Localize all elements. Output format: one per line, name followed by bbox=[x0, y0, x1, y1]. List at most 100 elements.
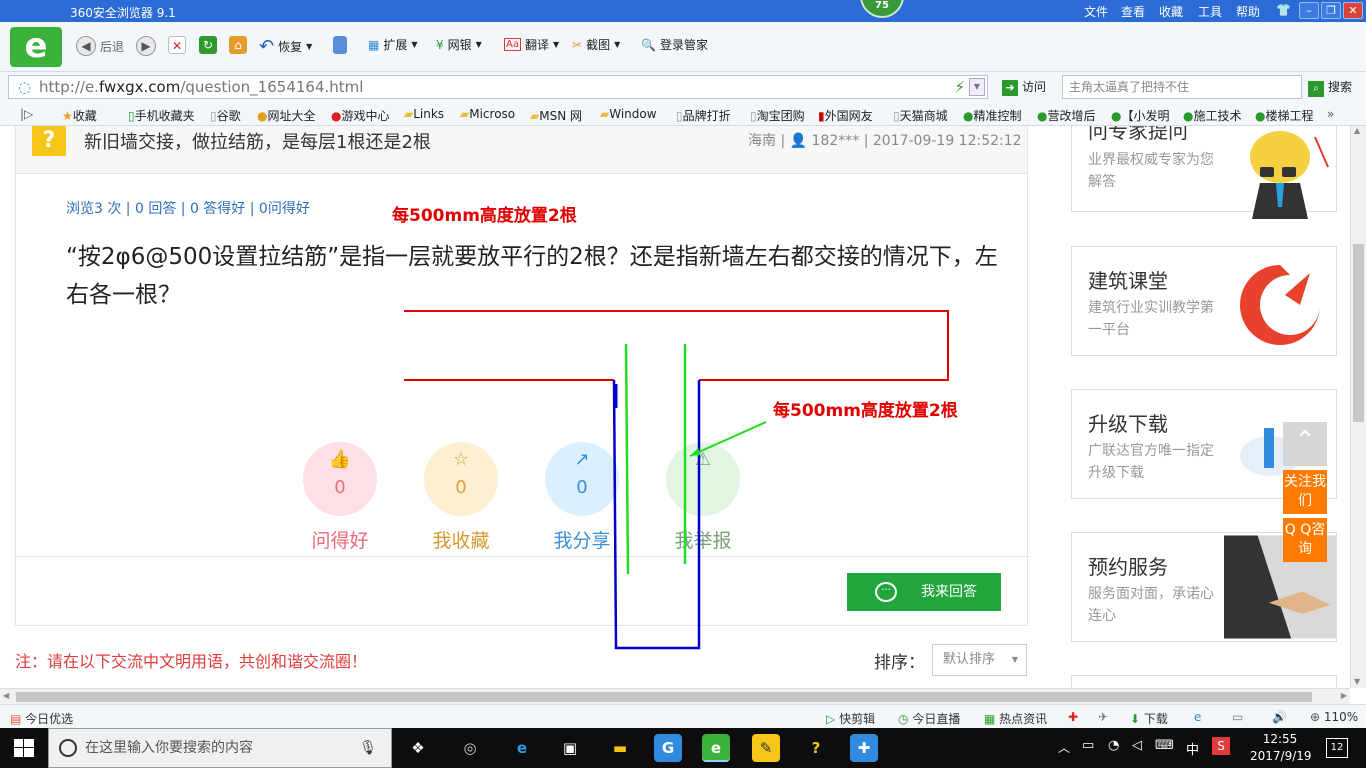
menu-help[interactable]: 帮助 bbox=[1236, 3, 1260, 20]
score-badge[interactable]: 75 bbox=[860, 0, 904, 18]
remote-app-icon[interactable]: ✚ bbox=[850, 734, 878, 762]
volume-icon[interactable]: 🔊 bbox=[1272, 710, 1287, 724]
translate-button[interactable]: Aa 翻译 ▼ bbox=[504, 36, 559, 53]
bookmark-item[interactable]: ●精准控制 bbox=[963, 107, 1022, 124]
search-input[interactable]: 主角太逼真了把持不住 bbox=[1062, 75, 1302, 99]
status-quick-edit[interactable]: ▷ 快剪辑 bbox=[826, 710, 875, 727]
help-app-icon[interactable]: ? bbox=[802, 734, 830, 762]
microphone-icon[interactable]: 🎙 bbox=[359, 729, 377, 767]
menu-tools[interactable]: 工具 bbox=[1198, 3, 1222, 20]
health-icon[interactable]: ✚ bbox=[1068, 710, 1078, 724]
scissors-icon: ✂ bbox=[572, 37, 583, 52]
bookmark-item[interactable]: ●营改增后 bbox=[1037, 107, 1096, 124]
scroll-up-icon[interactable]: ▲ bbox=[1354, 126, 1360, 135]
taskbar-search-input[interactable]: 在这里输入你要搜索的内容 🎙 bbox=[48, 728, 392, 768]
bookmark-folder[interactable]: ▰Microso bbox=[460, 107, 515, 121]
url-domain: fwxgx.com bbox=[98, 78, 181, 96]
bookmark-item[interactable]: ●网址大全 bbox=[257, 107, 316, 124]
scroll-left-icon[interactable]: ◀ bbox=[3, 691, 9, 700]
speaker-icon[interactable]: ◁ bbox=[1132, 738, 1142, 753]
app-swirl-icon[interactable]: ◎ bbox=[456, 734, 484, 762]
screenshot-button[interactable]: ✂ 截图 ▼ bbox=[572, 36, 620, 53]
wifi-icon[interactable]: ◔ bbox=[1108, 738, 1119, 753]
notification-center-icon[interactable]: 12 bbox=[1326, 738, 1348, 758]
store-icon[interactable]: ▣ bbox=[556, 734, 584, 762]
address-bar[interactable]: ◌ http://e.fwxgx.com/question_1654164.ht… bbox=[8, 75, 988, 99]
undo-icon: ↶ bbox=[259, 36, 275, 57]
phone-button[interactable] bbox=[333, 36, 347, 54]
ime-indicator[interactable]: 中 bbox=[1186, 739, 1199, 758]
task-view-icon[interactable]: ❖ bbox=[404, 734, 432, 762]
sogou-ime-icon[interactable]: S bbox=[1212, 737, 1230, 755]
status-news[interactable]: ▦ 热点资讯 bbox=[984, 710, 1047, 727]
bookmark-item[interactable]: ▯品牌打折 bbox=[676, 107, 731, 124]
stop-button[interactable]: ✕ bbox=[168, 36, 186, 54]
close-button[interactable]: ✕ bbox=[1343, 2, 1363, 19]
scroll-right-icon[interactable]: ▶ bbox=[1341, 691, 1347, 700]
menu-favorites[interactable]: 收藏 bbox=[1159, 3, 1183, 20]
system-clock[interactable]: 12:55 2017/9/19 bbox=[1250, 731, 1312, 765]
bookmarks-more-icon[interactable]: » bbox=[1327, 107, 1334, 121]
pin-icon[interactable]: ✈ bbox=[1098, 710, 1108, 724]
back-button[interactable]: ◀ 后退 bbox=[76, 36, 124, 56]
scroll-down-icon[interactable]: ▼ bbox=[1354, 677, 1360, 686]
vertical-scroll-thumb[interactable] bbox=[1353, 244, 1364, 422]
status-live[interactable]: ◷ 今日直播 bbox=[898, 710, 960, 727]
battery-icon[interactable]: ▭ bbox=[1082, 738, 1094, 753]
bookmark-folder[interactable]: ▰MSN 网 bbox=[530, 107, 582, 124]
speed-icon[interactable]: ⚡ bbox=[954, 76, 965, 98]
minimize-button[interactable]: – bbox=[1299, 2, 1319, 19]
netbank-button[interactable]: ¥ 网银 ▼ bbox=[436, 36, 482, 53]
skin-icon[interactable]: 👕 bbox=[1276, 3, 1291, 17]
menu-view[interactable]: 查看 bbox=[1121, 3, 1145, 20]
bookmark-item[interactable]: ●楼梯工程 bbox=[1255, 107, 1314, 124]
clock-date: 2017/9/19 bbox=[1250, 749, 1312, 763]
bookmark-folder[interactable]: ▰Links bbox=[404, 107, 444, 121]
windows-start-icon[interactable] bbox=[14, 739, 34, 757]
browser-logo-icon[interactable]: e bbox=[10, 27, 62, 67]
extensions-label: 扩展 bbox=[383, 38, 408, 52]
bookmark-favorites[interactable]: ★收藏 bbox=[62, 107, 97, 124]
sidebar-toggle-icon[interactable]: |▷ bbox=[20, 107, 33, 121]
bookmark-item[interactable]: ▯天猫商城 bbox=[893, 107, 948, 124]
notes-icon[interactable]: ✎ bbox=[752, 734, 780, 762]
key-icon: 🔍 bbox=[641, 37, 656, 52]
refresh-button[interactable]: ↻ bbox=[199, 36, 217, 54]
restore-tabs-button[interactable]: ↶ 恢复 ▼ bbox=[259, 36, 312, 57]
home-button[interactable]: ⌂ bbox=[229, 36, 247, 54]
window-icon[interactable]: ▭ bbox=[1232, 710, 1243, 724]
bookmark-item[interactable]: ●【小发明 bbox=[1111, 107, 1170, 124]
bookmark-item[interactable]: ▮外国网友 bbox=[818, 107, 873, 124]
bookmark-item[interactable]: ▯手机收藏夹 bbox=[128, 107, 195, 124]
search-button[interactable]: ⌕ 搜索 bbox=[1308, 78, 1352, 97]
ie-icon[interactable]: e bbox=[1194, 710, 1201, 724]
url-dropdown-icon[interactable]: ▼ bbox=[969, 78, 985, 96]
bookmark-item[interactable]: ●施工技术 bbox=[1183, 107, 1242, 124]
annotation-label-top: 每500mm高度放置2根 bbox=[392, 206, 577, 226]
edge-browser-icon[interactable]: e bbox=[508, 734, 536, 762]
extensions-button[interactable]: ▦ 扩展 ▼ bbox=[368, 36, 418, 53]
vertical-scrollbar[interactable]: ▲ ▼ bbox=[1350, 126, 1366, 688]
forward-button[interactable]: ▶ bbox=[136, 36, 156, 56]
keyboard-icon[interactable]: ⌨ bbox=[1155, 738, 1174, 753]
file-explorer-icon[interactable]: ▬ bbox=[606, 734, 634, 762]
status-download[interactable]: ⬇ 下载 bbox=[1130, 710, 1168, 727]
bookmark-item[interactable]: ▯谷歌 bbox=[210, 107, 241, 124]
bookmark-folder[interactable]: ▰Window bbox=[600, 107, 657, 121]
bookmark-item[interactable]: ●游戏中心 bbox=[331, 107, 390, 124]
tray-expand-icon[interactable]: ︿ bbox=[1058, 739, 1070, 756]
taskbar-search-placeholder: 在这里输入你要搜索的内容 bbox=[85, 740, 253, 756]
zoom-level[interactable]: ⊕ 110% bbox=[1310, 710, 1358, 724]
horizontal-scrollbar[interactable]: ◀ ▶ bbox=[0, 688, 1350, 704]
app-g-icon[interactable]: G bbox=[654, 734, 682, 762]
today-picks[interactable]: ▤ 今日优选 bbox=[10, 710, 73, 727]
restore-button[interactable]: ❐ bbox=[1321, 2, 1341, 19]
translate-icon: Aa bbox=[504, 38, 521, 51]
login-manager-button[interactable]: 🔍 登录管家 bbox=[641, 36, 708, 53]
menu-file[interactable]: 文件 bbox=[1084, 3, 1108, 20]
360-browser-icon[interactable]: e bbox=[702, 734, 730, 762]
visit-button[interactable]: ➜ 访问 bbox=[1002, 78, 1046, 96]
url-path: /question_1654164.html bbox=[180, 78, 364, 96]
horizontal-scroll-thumb[interactable] bbox=[16, 692, 1312, 702]
bookmark-item[interactable]: ▯淘宝团购 bbox=[750, 107, 805, 124]
